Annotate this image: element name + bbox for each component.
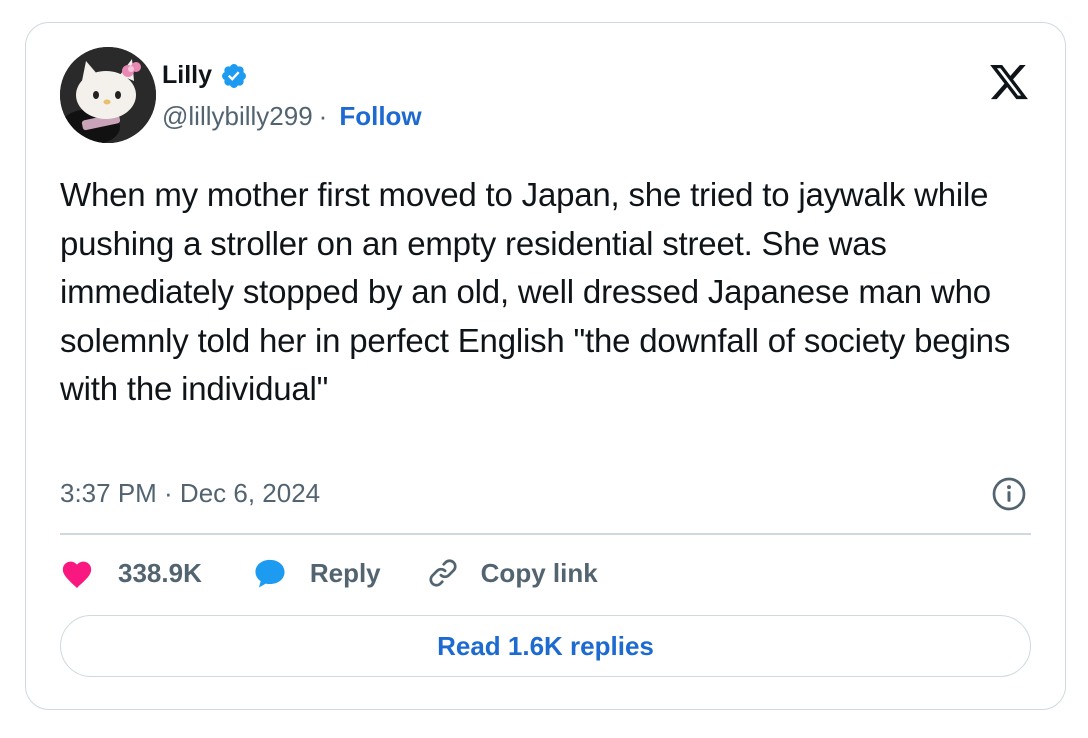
verified-badge-icon	[222, 63, 246, 88]
tweet-text: When my mother first moved to Japan, she…	[60, 176, 1011, 407]
link-icon	[429, 559, 457, 587]
divider	[60, 533, 1031, 535]
separator-dot: ·	[318, 101, 328, 131]
like-count: 338.9K	[118, 557, 202, 588]
user-name-row: Lilly	[162, 61, 248, 90]
x-logo-icon[interactable]	[987, 61, 1031, 103]
user-name[interactable]: Lilly	[162, 61, 212, 90]
user-handle-row: @lillybilly299 · Follow	[162, 101, 422, 132]
read-replies-button[interactable]: Read 1.6K replies	[60, 615, 1031, 677]
follow-button[interactable]: Follow	[339, 101, 421, 132]
copy-link-button[interactable]: Copy link	[425, 556, 598, 590]
reply-button[interactable]: Reply	[252, 557, 381, 589]
avatar-image	[60, 47, 156, 143]
tweet-timestamp[interactable]: 3:37 PM · Dec 6, 2024	[60, 478, 320, 509]
speech-bubble-icon	[255, 559, 285, 588]
reply-label: Reply	[309, 557, 381, 588]
action-bar: 338.9K Reply Copy link	[60, 556, 598, 590]
tweet-card: Lilly @lillybilly299 · Follow When my mo…	[25, 22, 1066, 710]
copy-link-label: Copy link	[480, 557, 598, 588]
user-handle[interactable]: @lillybilly299	[162, 101, 313, 132]
avatar[interactable]	[60, 47, 156, 143]
info-icon[interactable]	[991, 476, 1027, 512]
heart-icon	[62, 561, 92, 589]
like-button[interactable]: 338.9K	[60, 557, 202, 589]
